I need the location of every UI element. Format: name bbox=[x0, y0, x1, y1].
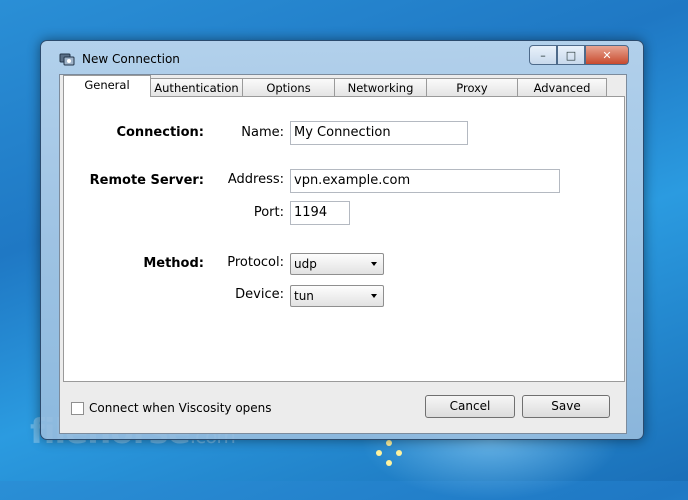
device-label: Device: bbox=[235, 287, 284, 302]
close-button[interactable]: ✕ bbox=[585, 45, 629, 65]
name-input[interactable] bbox=[290, 121, 468, 145]
maximize-button[interactable]: □ bbox=[557, 45, 585, 65]
connect-on-open-label: Connect when Viscosity opens bbox=[89, 401, 272, 415]
address-input[interactable] bbox=[290, 169, 560, 193]
minimize-button[interactable]: – bbox=[529, 45, 557, 65]
protocol-label: Protocol: bbox=[227, 255, 284, 270]
address-label: Address: bbox=[227, 172, 284, 187]
port-input[interactable] bbox=[290, 201, 350, 225]
tab-options[interactable]: Options bbox=[242, 78, 335, 97]
tab-proxy[interactable]: Proxy bbox=[426, 78, 518, 97]
chevron-down-icon bbox=[371, 262, 377, 266]
port-label: Port: bbox=[253, 205, 284, 220]
remote-server-section-label: Remote Server: bbox=[89, 173, 204, 188]
tab-bar: General Authentication Options Networkin… bbox=[63, 75, 607, 97]
window-title: New Connection bbox=[82, 52, 180, 66]
title-bar[interactable]: New Connection – □ ✕ bbox=[41, 41, 643, 75]
viscosity-app-icon bbox=[59, 53, 75, 66]
name-label: Name: bbox=[241, 125, 284, 140]
cancel-button[interactable]: Cancel bbox=[425, 395, 515, 418]
window-controls: – □ ✕ bbox=[529, 45, 629, 65]
dialog-client-area: General Authentication Options Networkin… bbox=[59, 74, 627, 434]
save-button[interactable]: Save bbox=[522, 395, 610, 418]
general-tab-panel: Connection: Name: Remote Server: Address… bbox=[63, 96, 625, 382]
close-icon: ✕ bbox=[602, 48, 612, 62]
chevron-down-icon bbox=[371, 294, 377, 298]
device-selected-value: tun bbox=[294, 289, 314, 303]
connect-on-open-checkbox-row[interactable]: Connect when Viscosity opens bbox=[71, 401, 272, 415]
method-section-label: Method: bbox=[143, 256, 204, 271]
tab-general[interactable]: General bbox=[63, 75, 151, 97]
maximize-icon: □ bbox=[565, 48, 577, 62]
protocol-select[interactable]: udp bbox=[290, 253, 384, 275]
tab-advanced[interactable]: Advanced bbox=[517, 78, 607, 97]
connection-section-label: Connection: bbox=[116, 125, 204, 140]
new-connection-window: New Connection – □ ✕ General Authenticat… bbox=[40, 40, 644, 440]
device-select[interactable]: tun bbox=[290, 285, 384, 307]
protocol-selected-value: udp bbox=[294, 257, 317, 271]
tab-networking[interactable]: Networking bbox=[334, 78, 427, 97]
tab-authentication[interactable]: Authentication bbox=[150, 78, 243, 97]
minimize-icon: – bbox=[540, 48, 546, 62]
start-orb-icon[interactable] bbox=[376, 440, 402, 466]
connect-on-open-checkbox[interactable] bbox=[71, 401, 84, 415]
